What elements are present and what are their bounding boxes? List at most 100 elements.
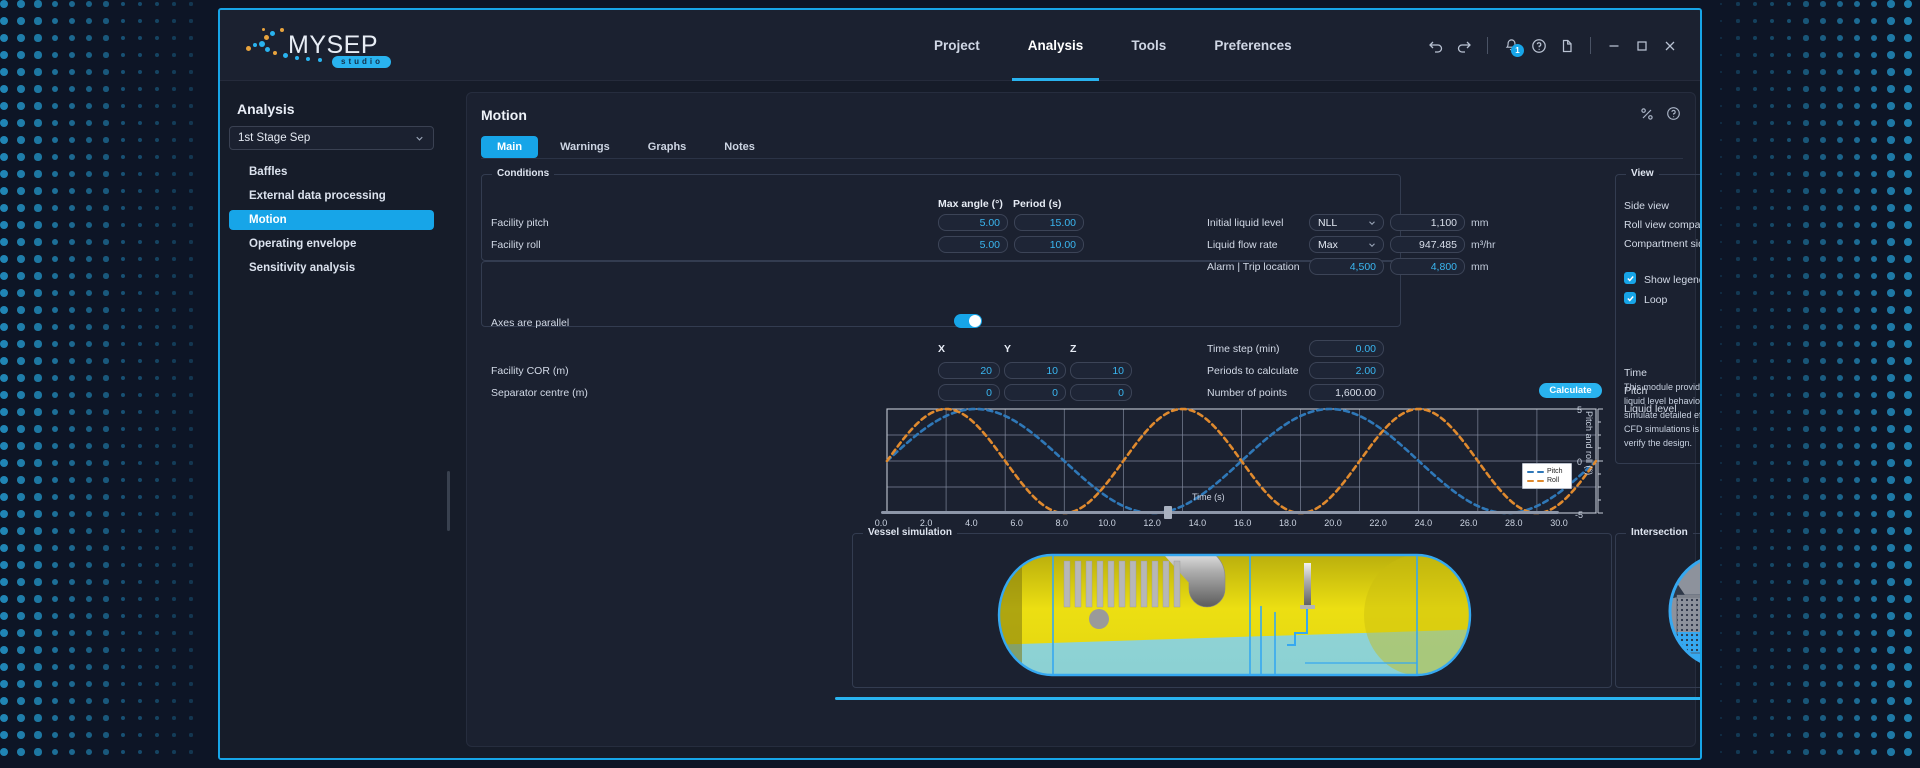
document-icon[interactable] bbox=[1553, 32, 1581, 60]
facility-roll-period-input[interactable]: 10.00 bbox=[1014, 236, 1084, 253]
vessel-simulation-view bbox=[852, 533, 1612, 688]
sidebar-item-operating-envelope[interactable]: Operating envelope bbox=[229, 234, 434, 254]
window-toolbar: 1 bbox=[1422, 10, 1684, 81]
compartment-side-label: Compartment side bbox=[1624, 238, 1702, 250]
facility-cor-y-input[interactable]: 10 bbox=[1004, 362, 1066, 379]
calculate-button[interactable]: Calculate bbox=[1539, 383, 1602, 398]
facility-roll-max-angle-input[interactable]: 5.00 bbox=[938, 236, 1008, 253]
chart-ytick: 0 bbox=[1577, 457, 1583, 467]
chevron-down-icon bbox=[1367, 240, 1377, 253]
sidebar-item-label: Operating envelope bbox=[249, 238, 357, 250]
sidebar-item-baffles[interactable]: Baffles bbox=[229, 162, 434, 182]
chart-ytick: 5 bbox=[1577, 405, 1583, 415]
col-header-y: Y bbox=[1004, 343, 1012, 355]
select-value: Max bbox=[1318, 238, 1338, 251]
time-readout-label: Time bbox=[1624, 367, 1647, 379]
help-icon[interactable] bbox=[1666, 106, 1681, 126]
chart-time-slider-handle[interactable] bbox=[1164, 506, 1172, 519]
nav-item-label: Analysis bbox=[1027, 38, 1084, 53]
show-legend-checkbox[interactable] bbox=[1624, 272, 1636, 284]
chart-time-slider[interactable] bbox=[881, 511, 1559, 514]
close-icon[interactable] bbox=[1656, 32, 1684, 60]
facility-roll-label: Facility roll bbox=[491, 239, 541, 251]
legend-label: Roll bbox=[1547, 477, 1560, 484]
number-of-points-label: Number of points bbox=[1207, 387, 1287, 399]
facility-pitch-period-input[interactable]: 15.00 bbox=[1014, 214, 1084, 231]
chart-xtick: 22.0 bbox=[1369, 518, 1387, 528]
separator-centre-y-input[interactable]: 0 bbox=[1004, 384, 1066, 401]
nav-item-tools[interactable]: Tools bbox=[1107, 10, 1190, 81]
initial-liquid-level-select[interactable]: NLL bbox=[1309, 214, 1384, 231]
periods-to-calculate-label: Periods to calculate bbox=[1207, 365, 1299, 377]
bell-icon[interactable]: 1 bbox=[1497, 32, 1525, 60]
chart-xtick: 14.0 bbox=[1188, 518, 1207, 528]
help-icon[interactable] bbox=[1525, 32, 1553, 60]
tab-graphs[interactable]: Graphs bbox=[632, 136, 703, 158]
nav-item-project[interactable]: Project bbox=[910, 10, 1004, 81]
page-title: Motion bbox=[481, 107, 527, 123]
tab-bar: Main Warnings Graphs Notes bbox=[481, 136, 771, 158]
intersection-view bbox=[1615, 533, 1700, 688]
alarm-location-input[interactable]: 4,500 bbox=[1309, 258, 1384, 275]
motion-panel: Motion Main Warnings Graphs Notes Condit… bbox=[466, 92, 1700, 747]
sidebar-item-external-data-processing[interactable]: External data processing bbox=[229, 186, 434, 206]
separator-centre-x-input[interactable]: 0 bbox=[938, 384, 1000, 401]
nav-item-preferences[interactable]: Preferences bbox=[1190, 10, 1315, 81]
number-of-points-input[interactable]: 1,600.00 bbox=[1309, 384, 1384, 401]
facility-cor-z-input[interactable]: 10 bbox=[1070, 362, 1132, 379]
initial-liquid-level-input[interactable]: 1,100 bbox=[1390, 214, 1465, 231]
liquid-level-readout-label: Liquid level bbox=[1624, 403, 1677, 415]
axes-parallel-label: Axes are parallel bbox=[491, 317, 570, 329]
units-icon[interactable] bbox=[1640, 107, 1654, 126]
maximize-icon[interactable] bbox=[1628, 32, 1656, 60]
roll-view-compartment-label: Roll view compartment bbox=[1624, 219, 1701, 231]
chart-legend: Pitch Roll bbox=[1522, 463, 1572, 489]
facility-cor-x-input[interactable]: 20 bbox=[938, 362, 1000, 379]
sidebar-item-label: Motion bbox=[249, 214, 287, 226]
chart-xtick: 6.0 bbox=[1010, 518, 1023, 528]
col-header-z: Z bbox=[1070, 343, 1077, 355]
tab-main[interactable]: Main bbox=[481, 136, 539, 158]
chart-xtick: 28.0 bbox=[1505, 518, 1523, 528]
initial-liquid-level-label: Initial liquid level bbox=[1207, 217, 1284, 229]
col-header-x: X bbox=[938, 343, 946, 355]
facility-pitch-max-angle-input[interactable]: 5.00 bbox=[938, 214, 1008, 231]
sidebar-item-motion[interactable]: Motion bbox=[229, 210, 434, 230]
view-legend: View bbox=[1626, 168, 1659, 179]
title-bar: MYSEP studio Project Analysis Tools Pref… bbox=[220, 10, 1700, 81]
trip-location-input[interactable]: 4,800 bbox=[1390, 258, 1465, 275]
main-navigation: Project Analysis Tools Preferences bbox=[910, 10, 1316, 81]
tab-label: Main bbox=[497, 141, 523, 153]
nav-item-label: Tools bbox=[1131, 38, 1167, 53]
minimize-icon[interactable] bbox=[1600, 32, 1628, 60]
nav-item-analysis[interactable]: Analysis bbox=[1004, 10, 1108, 81]
panel-toolbar bbox=[1640, 106, 1681, 126]
chart-xtick: 12.0 bbox=[1143, 518, 1161, 528]
separator-centre-z-input[interactable]: 0 bbox=[1070, 384, 1132, 401]
liquid-flow-rate-input[interactable]: 947.485 bbox=[1390, 236, 1465, 253]
facility-cor-label: Facility COR (m) bbox=[491, 365, 569, 377]
tab-warnings[interactable]: Warnings bbox=[544, 136, 626, 158]
time-step-input[interactable]: 0.00 bbox=[1309, 340, 1384, 357]
initial-liquid-level-unit: mm bbox=[1471, 217, 1489, 229]
alarm-trip-label: Alarm | Trip location bbox=[1207, 261, 1300, 273]
tab-notes[interactable]: Notes bbox=[708, 136, 771, 158]
application-window: MYSEP studio Project Analysis Tools Pref… bbox=[218, 8, 1702, 760]
sidebar-item-sensitivity-analysis[interactable]: Sensitivity analysis bbox=[229, 258, 434, 278]
chart-xtick: 16.0 bbox=[1233, 518, 1252, 528]
redo-icon[interactable] bbox=[1450, 32, 1478, 60]
axes-parallel-toggle[interactable] bbox=[954, 314, 982, 328]
select-value: NLL bbox=[1318, 216, 1338, 229]
separator-select[interactable]: 1st Stage Sep bbox=[229, 126, 434, 150]
content-scrollbar[interactable] bbox=[835, 697, 1700, 700]
chevron-down-icon bbox=[1367, 218, 1377, 231]
periods-to-calculate-input[interactable]: 2.00 bbox=[1309, 362, 1384, 379]
chart-xtick: 10.0 bbox=[1098, 518, 1116, 528]
sidebar-item-label: Baffles bbox=[249, 166, 288, 178]
sidebar-scrollbar[interactable] bbox=[447, 471, 450, 531]
undo-icon[interactable] bbox=[1422, 32, 1450, 60]
liquid-flow-rate-select[interactable]: Max bbox=[1309, 236, 1384, 253]
loop-checkbox[interactable] bbox=[1624, 292, 1636, 304]
legend-entry-roll: Roll bbox=[1527, 476, 1567, 485]
tab-underline bbox=[481, 158, 1683, 159]
